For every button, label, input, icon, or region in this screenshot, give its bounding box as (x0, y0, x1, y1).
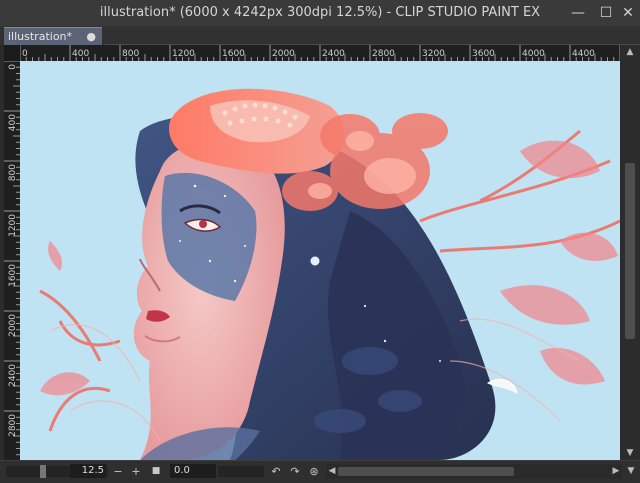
scroll-left-icon[interactable]: ◀ (326, 464, 338, 479)
h-ruler-label: 0 (22, 49, 28, 59)
vertical-ruler[interactable]: 0 400 800 1200 1600 2000 2400 2800 (4, 61, 20, 460)
v-ruler-label: 2000 (8, 314, 18, 337)
scroll-down-icon[interactable]: ▼ (622, 446, 638, 460)
v-ruler-label: 2800 (8, 414, 18, 437)
document-tab-bar: illustration* ● (0, 26, 640, 45)
vertical-scrollbar[interactable]: ▲ ▼ (622, 45, 638, 460)
status-bar: 12.5 − + ■ 0.0 ↶ ↷ ⊛ ◀ ▶ ▼ (0, 460, 640, 483)
h-ruler-label: 2800 (372, 49, 395, 59)
close-button[interactable]: ✕ (618, 3, 638, 23)
rotation-angle-field[interactable]: 0.0 (170, 464, 216, 478)
horizontal-scroll-thumb[interactable] (338, 467, 514, 476)
v-ruler-label: 0 (8, 64, 18, 70)
zoom-level-field[interactable]: 12.5 (70, 464, 106, 478)
illustration-artwork (20, 61, 620, 460)
vertical-scroll-thumb[interactable] (625, 163, 635, 339)
modified-indicator-icon: ● (86, 30, 96, 43)
scroll-up-icon[interactable]: ▲ (622, 45, 638, 59)
v-ruler-label: 1600 (8, 264, 18, 287)
h-ruler-label: 800 (122, 49, 139, 59)
horizontal-ruler[interactable]: 0 400 800 1200 1600 2000 2400 2800 3200 3600 4000 4… (20, 45, 620, 61)
h-ruler-label: 2000 (272, 49, 295, 59)
v-ruler-label: 800 (8, 164, 18, 181)
reset-rotation-button[interactable]: ⊛ (306, 464, 322, 479)
v-ruler-label: 400 (8, 114, 18, 131)
h-ruler-label: 2400 (322, 49, 345, 59)
maximize-button[interactable]: ☐ (596, 3, 616, 23)
zoom-slider-handle[interactable] (40, 465, 46, 478)
drawing-canvas[interactable] (20, 61, 620, 460)
h-ruler-label: 1200 (172, 49, 195, 59)
scroll-right-icon[interactable]: ▶ (610, 464, 622, 479)
rotation-slider[interactable] (218, 466, 264, 477)
tab-illustration[interactable]: illustration* ● (4, 27, 102, 45)
h-ruler-label: 3200 (422, 49, 445, 59)
tab-label: illustration* (8, 30, 73, 43)
ruler-corner (4, 45, 20, 61)
zoom-out-button[interactable]: − (110, 464, 126, 479)
h-ruler-label: 4000 (522, 49, 545, 59)
title-bar: illustration* (6000 x 4242px 300dpi 12.5… (0, 0, 640, 26)
rotate-left-button[interactable]: ↶ (268, 464, 284, 479)
v-ruler-label: 2400 (8, 364, 18, 387)
horizontal-scrollbar[interactable]: ◀ ▶ (326, 464, 622, 479)
zoom-in-button[interactable]: + (128, 464, 144, 479)
h-ruler-label: 4400 (572, 49, 595, 59)
h-ruler-label: 400 (72, 49, 89, 59)
h-ruler-label: 3600 (472, 49, 495, 59)
minimize-button[interactable]: — (568, 3, 588, 23)
rotate-right-button[interactable]: ↷ (287, 464, 303, 479)
window-title: illustration* (6000 x 4242px 300dpi 12.5… (99, 5, 541, 20)
h-ruler-label: 1600 (222, 49, 245, 59)
fit-to-window-button[interactable]: ■ (148, 464, 164, 479)
v-ruler-label: 1200 (8, 214, 18, 237)
scroll-corner-icon[interactable]: ▼ (624, 464, 638, 479)
